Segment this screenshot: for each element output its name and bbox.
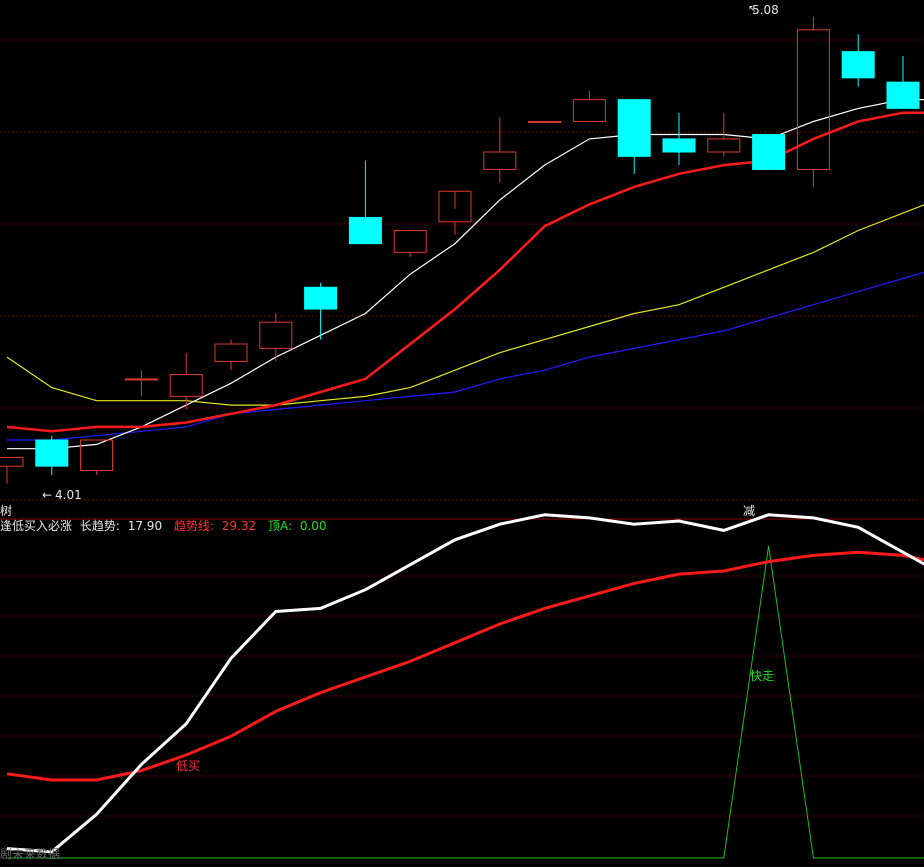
candle-body-down	[662, 138, 696, 153]
candle-body-up	[483, 151, 517, 170]
indicator-title: 逢低买入必涨	[0, 519, 73, 533]
trend-line	[6, 550, 924, 782]
legend-item-trend-line: 趋势线: 29.32	[174, 519, 264, 533]
sell-signal-label: 快走	[750, 669, 774, 683]
signal-line	[7, 545, 924, 859]
legend-item-top-a: 顶A: 0.00	[268, 519, 331, 533]
candle-body-down	[304, 286, 338, 310]
candle-body-up	[393, 230, 427, 253]
candle-body-up	[528, 120, 562, 123]
candle-body-up	[214, 343, 248, 362]
candle-body-up	[124, 378, 158, 381]
long-trend-line	[6, 513, 924, 854]
right-panel-label: 减	[743, 504, 755, 518]
legend-label: 长趋势:	[79, 519, 120, 533]
indicator-legend: 逢低买入必涨 长趋势: 17.90 趋势线: 29.32 顶A: 0.00	[0, 518, 335, 534]
candle-body-up	[259, 321, 293, 349]
candlesticks	[0, 16, 920, 484]
candle-body-down	[841, 51, 875, 79]
footer-label: 剧未来数据	[0, 846, 60, 861]
buy-signal-label: 低买	[176, 759, 200, 773]
candle-body-up	[572, 99, 606, 122]
legend-value: 29.32	[221, 519, 257, 533]
legend-item-long-trend: 长趋势: 17.90	[80, 519, 170, 533]
high-marker-arrow: ↖	[748, 4, 756, 15]
ma-long2-line	[7, 271, 924, 441]
candle-body-down	[886, 81, 920, 109]
candle-body-down	[752, 134, 786, 170]
low-price-marker: 4.01	[55, 488, 82, 502]
stock-chart[interactable]: 5.08 ↖ 4.01 ← 树 减 低买 快走 剧未来数据 逢低买入必涨 长趋势…	[0, 0, 924, 863]
legend-label: 顶A:	[267, 519, 293, 533]
candle-body-up	[796, 29, 830, 170]
candle-body-up	[707, 138, 741, 153]
candle-body-up	[169, 374, 203, 397]
legend-label: 趋势线:	[173, 519, 214, 533]
chart-svg: 5.08 ↖ 4.01 ← 树 减 低买 快走 剧未来数据	[0, 3, 924, 861]
ma-long1-line	[6, 204, 924, 406]
left-panel-label: 树	[0, 503, 12, 518]
oscillator-lines	[6, 513, 924, 859]
legend-value: 17.90	[127, 519, 163, 533]
legend-value: 0.00	[299, 519, 327, 533]
low-marker-arrow: ←	[42, 488, 52, 502]
ma-mid-line	[6, 111, 924, 433]
candle-body-down	[617, 99, 651, 157]
candle-body-up	[0, 456, 24, 467]
moving-averages	[6, 98, 924, 450]
candle-body-down	[348, 216, 382, 245]
candle-body-down	[35, 439, 69, 467]
